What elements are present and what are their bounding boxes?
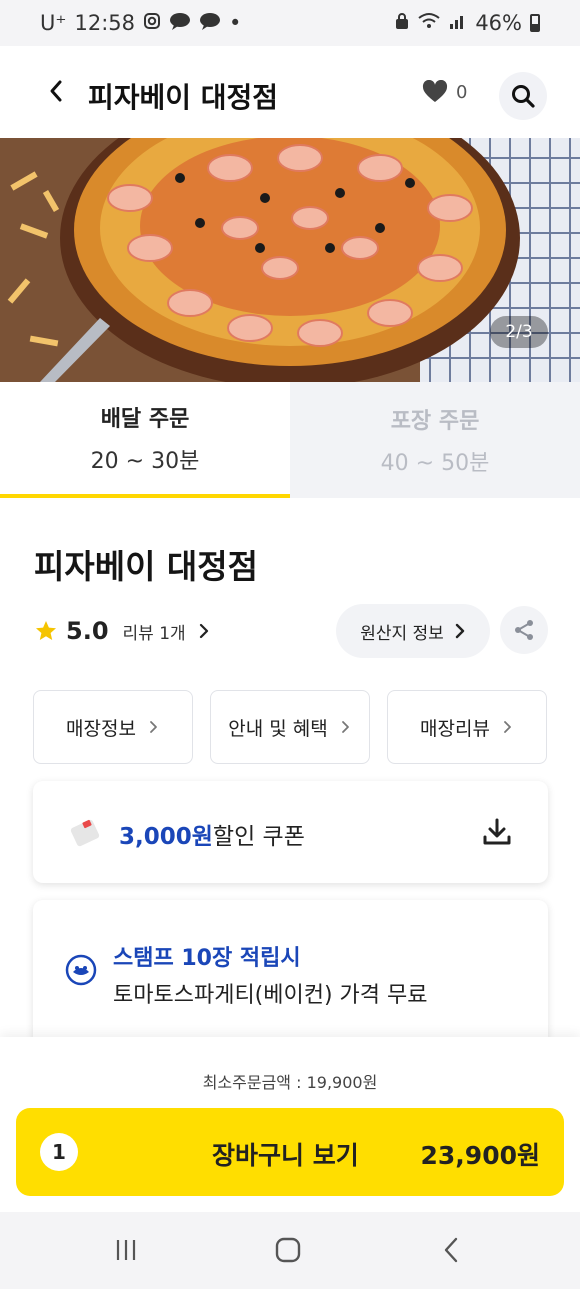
chat-bubble-icon — [169, 12, 191, 35]
coupon-card[interactable]: 3,000원할인 쿠폰 — [33, 781, 548, 883]
wifi-icon — [417, 12, 441, 35]
battery-percent: 46% — [475, 11, 522, 35]
download-icon[interactable] — [482, 817, 512, 847]
tab-takeout[interactable]: 포장 주문 40 ~ 50분 — [290, 382, 580, 498]
rating-row: 5.0 리뷰 1개 — [34, 614, 210, 648]
heart-icon — [422, 80, 448, 102]
system-back-button[interactable] — [432, 1232, 472, 1268]
stamp-description: 토마토스파게티(베이컨) 가격 무료 — [113, 983, 428, 1008]
review-count-label: 리뷰 1개 — [122, 623, 186, 644]
notice-benefits-label: 안내 및 혜택 — [228, 717, 328, 740]
home-button[interactable] — [268, 1232, 308, 1268]
origin-info-label: 원산지 정보 — [360, 623, 444, 644]
lock-icon — [395, 12, 409, 35]
coupon-ticket-icon — [70, 819, 100, 847]
coupon-suffix: 할인 쿠폰 — [212, 824, 305, 850]
chevron-right-icon — [199, 623, 208, 639]
back-button[interactable] — [40, 74, 74, 108]
tab-delivery-label: 배달 주문 — [100, 407, 190, 432]
chevron-right-icon — [504, 721, 511, 733]
star-icon — [36, 621, 56, 640]
carrier-label: U⁺ — [40, 11, 67, 35]
status-left: U⁺ 12:58 • — [40, 11, 241, 35]
battery-icon — [530, 14, 540, 32]
order-bar: 최소주문금액 : 19,900원 1 장바구니 보기 23,900원 — [0, 1037, 580, 1212]
share-icon — [515, 620, 533, 640]
carousel-page-indicator: 2/3 — [490, 316, 548, 348]
page-title: 피자베이 대정점 — [88, 81, 279, 114]
home-icon — [275, 1237, 301, 1263]
chevron-right-icon — [455, 623, 464, 639]
view-cart-button[interactable]: 1 장바구니 보기 23,900원 — [16, 1108, 564, 1196]
signal-icon — [449, 12, 467, 35]
pizza-photo — [0, 138, 580, 382]
rating-value: 5.0 — [66, 617, 109, 645]
cart-count-badge: 1 — [40, 1133, 78, 1171]
store-reviews-label: 매장리뷰 — [420, 717, 490, 740]
tab-delivery-time: 20 ~ 30분 — [90, 449, 200, 474]
review-count-link[interactable]: 리뷰 1개 — [123, 619, 210, 644]
store-image-carousel[interactable]: 2/3 — [0, 138, 580, 382]
chevron-right-icon — [150, 721, 157, 733]
search-icon — [512, 85, 535, 108]
chevron-left-icon — [444, 1237, 458, 1263]
stamp-card[interactable]: 스탬프 10장 적립시 토마토스파게티(베이컨) 가격 무료 — [33, 900, 548, 1040]
chat-bubble-icon — [199, 12, 221, 35]
tab-takeout-label: 포장 주문 — [390, 409, 480, 434]
status-right: 46% — [395, 11, 540, 35]
share-button[interactable] — [500, 606, 548, 654]
instagram-icon — [143, 12, 161, 35]
min-order-amount: 최소주문금액 : 19,900원 — [202, 1073, 378, 1092]
store-name: 피자베이 대정점 — [34, 547, 259, 586]
store-reviews-button[interactable]: 매장리뷰 — [387, 690, 547, 764]
search-button[interactable] — [499, 72, 547, 120]
recent-apps-button[interactable] — [106, 1232, 146, 1268]
chevron-right-icon — [341, 721, 349, 733]
system-navigation-bar — [0, 1212, 580, 1289]
order-type-tabs: 배달 주문 20 ~ 30분 포장 주문 40 ~ 50분 — [0, 382, 580, 498]
clock: 12:58 — [74, 11, 135, 35]
stamp-badge-icon — [65, 954, 97, 986]
store-header: 피자베이 대정점 0 — [0, 46, 580, 138]
stamp-title: 스탬프 10장 적립시 — [113, 946, 301, 971]
like-count: 0 — [456, 81, 468, 103]
origin-info-button[interactable]: 원산지 정보 — [336, 604, 490, 658]
notification-dot: • — [229, 11, 242, 35]
store-info-button[interactable]: 매장정보 — [33, 690, 193, 764]
chevron-left-icon — [50, 80, 62, 102]
coupon-text: 3,000원할인 쿠폰 — [119, 817, 305, 851]
view-cart-label: 장바구니 보기 — [212, 1141, 359, 1170]
store-info-label: 매장정보 — [66, 717, 136, 740]
notice-benefits-button[interactable]: 안내 및 혜택 — [210, 690, 370, 764]
like-button[interactable]: 0 — [422, 80, 467, 104]
coupon-amount: 3,000원 — [119, 824, 213, 850]
cart-total-price: 23,900원 — [420, 1141, 540, 1170]
status-bar: U⁺ 12:58 • 46% — [0, 0, 580, 46]
tab-delivery[interactable]: 배달 주문 20 ~ 30분 — [0, 382, 290, 498]
tab-takeout-time: 40 ~ 50분 — [380, 451, 490, 476]
recent-apps-icon — [116, 1240, 136, 1260]
